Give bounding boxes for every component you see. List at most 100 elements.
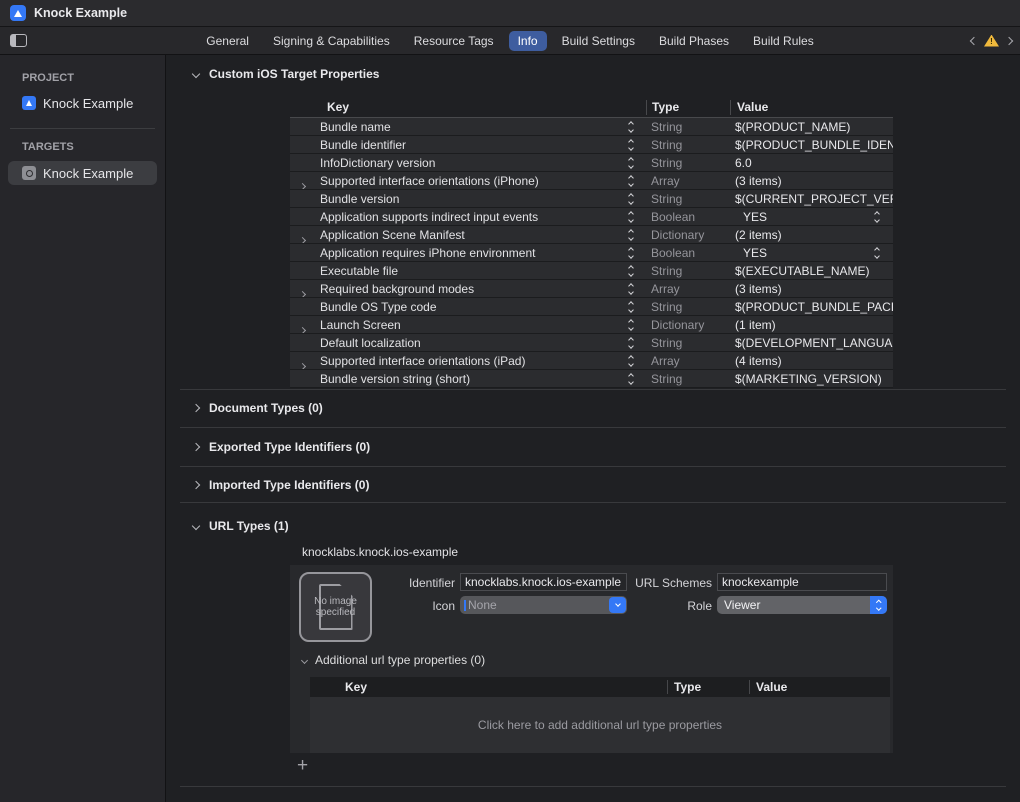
key-stepper-icon[interactable] xyxy=(629,230,633,240)
table-row[interactable]: Application Scene ManifestDictionary(2 i… xyxy=(290,226,893,244)
tab-info[interactable]: Info xyxy=(509,31,547,51)
property-value-cell[interactable]: YES xyxy=(730,244,893,261)
section-imported-type-identifiers[interactable]: Imported Type Identifiers (0) xyxy=(193,476,369,494)
property-type-cell[interactable]: String xyxy=(646,154,730,171)
table-row[interactable]: Application supports indirect input even… xyxy=(290,208,893,226)
table-row[interactable]: Required background modesArray(3 items) xyxy=(290,280,893,298)
property-key-cell[interactable]: Application supports indirect input even… xyxy=(290,208,646,225)
section-additional-url-properties[interactable]: Additional url type properties (0) xyxy=(302,652,485,668)
property-value-cell[interactable]: $(DEVELOPMENT_LANGUAGI xyxy=(730,334,893,351)
property-type-cell[interactable]: Dictionary xyxy=(646,316,730,333)
warning-icon[interactable]: ! xyxy=(984,35,999,47)
property-value-cell[interactable]: $(CURRENT_PROJECT_VERS xyxy=(730,190,893,207)
property-key-cell[interactable]: Launch Screen xyxy=(290,316,646,333)
tab-build-phases[interactable]: Build Phases xyxy=(650,31,738,51)
table-row[interactable]: Bundle nameString$(PRODUCT_NAME) xyxy=(290,118,893,136)
table-row[interactable]: Launch ScreenDictionary(1 item) xyxy=(290,316,893,334)
disclosure-chevron-icon[interactable] xyxy=(300,178,305,189)
add-property-row[interactable]: Click here to add additional url type pr… xyxy=(310,697,890,753)
key-stepper-icon[interactable] xyxy=(629,122,633,132)
property-value-cell[interactable]: $(PRODUCT_BUNDLE_IDENT xyxy=(730,136,893,153)
disclosure-chevron-icon[interactable] xyxy=(300,322,305,333)
property-type-cell[interactable]: String xyxy=(646,298,730,315)
table-row[interactable]: Application requires iPhone environmentB… xyxy=(290,244,893,262)
key-stepper-icon[interactable] xyxy=(629,266,633,276)
property-key-cell[interactable]: Application requires iPhone environment xyxy=(290,244,646,261)
section-custom-ios-target-properties[interactable]: Custom iOS Target Properties xyxy=(193,65,379,83)
property-value-cell[interactable]: $(PRODUCT_NAME) xyxy=(730,118,893,135)
section-url-types[interactable]: URL Types (1) xyxy=(193,517,289,535)
property-value-cell[interactable]: (4 items) xyxy=(730,352,893,369)
value-stepper-icon[interactable] xyxy=(875,248,879,258)
disclosure-chevron-icon[interactable] xyxy=(300,232,305,243)
table-row[interactable]: Bundle versionString$(CURRENT_PROJECT_VE… xyxy=(290,190,893,208)
sidebar-toggle-icon[interactable] xyxy=(10,34,27,47)
property-type-cell[interactable]: String xyxy=(646,190,730,207)
property-type-cell[interactable]: String xyxy=(646,136,730,153)
key-stepper-icon[interactable] xyxy=(629,356,633,366)
key-stepper-icon[interactable] xyxy=(629,140,633,150)
table-row[interactable]: Bundle OS Type codeString$(PRODUCT_BUNDL… xyxy=(290,298,893,316)
property-type-cell[interactable]: Boolean xyxy=(646,208,730,225)
property-key-cell[interactable]: Bundle version string (short) xyxy=(290,370,646,387)
tab-signing-capabilities[interactable]: Signing & Capabilities xyxy=(264,31,399,51)
property-key-cell[interactable]: Bundle identifier xyxy=(290,136,646,153)
property-type-cell[interactable]: Dictionary xyxy=(646,226,730,243)
tab-build-rules[interactable]: Build Rules xyxy=(744,31,823,51)
property-key-cell[interactable]: InfoDictionary version xyxy=(290,154,646,171)
property-key-cell[interactable]: Required background modes xyxy=(290,280,646,297)
key-stepper-icon[interactable] xyxy=(629,284,633,294)
table-row[interactable]: InfoDictionary versionString6.0 xyxy=(290,154,893,172)
key-stepper-icon[interactable] xyxy=(629,248,633,258)
property-key-cell[interactable]: Bundle name xyxy=(290,118,646,135)
section-exported-type-identifiers[interactable]: Exported Type Identifiers (0) xyxy=(193,438,370,456)
property-key-cell[interactable]: Executable file xyxy=(290,262,646,279)
property-value-cell[interactable]: 6.0 xyxy=(730,154,893,171)
key-stepper-icon[interactable] xyxy=(629,194,633,204)
property-type-cell[interactable]: String xyxy=(646,370,730,387)
key-stepper-icon[interactable] xyxy=(629,374,633,384)
property-key-cell[interactable]: Default localization xyxy=(290,334,646,351)
key-stepper-icon[interactable] xyxy=(629,158,633,168)
table-row[interactable]: Supported interface orientations (iPad)A… xyxy=(290,352,893,370)
tab-build-settings[interactable]: Build Settings xyxy=(553,31,644,51)
key-stepper-icon[interactable] xyxy=(629,212,633,222)
icon-dropdown[interactable]: None xyxy=(460,596,627,614)
role-dropdown[interactable]: Viewer xyxy=(717,596,887,614)
property-value-cell[interactable]: $(PRODUCT_BUNDLE_PACKA xyxy=(730,298,893,315)
property-value-cell[interactable]: (2 items) xyxy=(730,226,893,243)
tab-general[interactable]: General xyxy=(197,31,258,51)
back-icon[interactable] xyxy=(970,36,978,44)
key-stepper-icon[interactable] xyxy=(629,302,633,312)
table-row[interactable]: Default localizationString$(DEVELOPMENT_… xyxy=(290,334,893,352)
property-key-cell[interactable]: Supported interface orientations (iPad) xyxy=(290,352,646,369)
identifier-field[interactable]: knocklabs.knock.ios-example xyxy=(460,573,627,591)
key-stepper-icon[interactable] xyxy=(629,338,633,348)
tab-resource-tags[interactable]: Resource Tags xyxy=(405,31,503,51)
sidebar-item-project[interactable]: Knock Example xyxy=(8,92,157,114)
forward-icon[interactable] xyxy=(1005,36,1013,44)
property-value-cell[interactable]: (3 items) xyxy=(730,280,893,297)
section-document-types[interactable]: Document Types (0) xyxy=(193,399,323,417)
property-type-cell[interactable]: Array xyxy=(646,352,730,369)
property-type-cell[interactable]: Array xyxy=(646,172,730,189)
property-key-cell[interactable]: Supported interface orientations (iPhone… xyxy=(290,172,646,189)
property-value-cell[interactable]: $(EXECUTABLE_NAME) xyxy=(730,262,893,279)
property-key-cell[interactable]: Bundle version xyxy=(290,190,646,207)
property-type-cell[interactable]: String xyxy=(646,118,730,135)
property-value-cell[interactable]: (1 item) xyxy=(730,316,893,333)
table-row[interactable]: Supported interface orientations (iPhone… xyxy=(290,172,893,190)
url-schemes-field[interactable]: knockexample xyxy=(717,573,887,591)
table-row[interactable]: Executable fileString$(EXECUTABLE_NAME) xyxy=(290,262,893,280)
property-value-cell[interactable]: YES xyxy=(730,208,893,225)
key-stepper-icon[interactable] xyxy=(629,320,633,330)
add-url-type-button[interactable]: + xyxy=(297,759,308,773)
property-key-cell[interactable]: Application Scene Manifest xyxy=(290,226,646,243)
table-row[interactable]: Bundle version string (short)String$(MAR… xyxy=(290,370,893,388)
key-stepper-icon[interactable] xyxy=(629,176,633,186)
property-type-cell[interactable]: String xyxy=(646,262,730,279)
property-value-cell[interactable]: $(MARKETING_VERSION) xyxy=(730,370,893,387)
property-value-cell[interactable]: (3 items) xyxy=(730,172,893,189)
table-row[interactable]: Bundle identifierString$(PRODUCT_BUNDLE_… xyxy=(290,136,893,154)
value-stepper-icon[interactable] xyxy=(875,212,879,222)
